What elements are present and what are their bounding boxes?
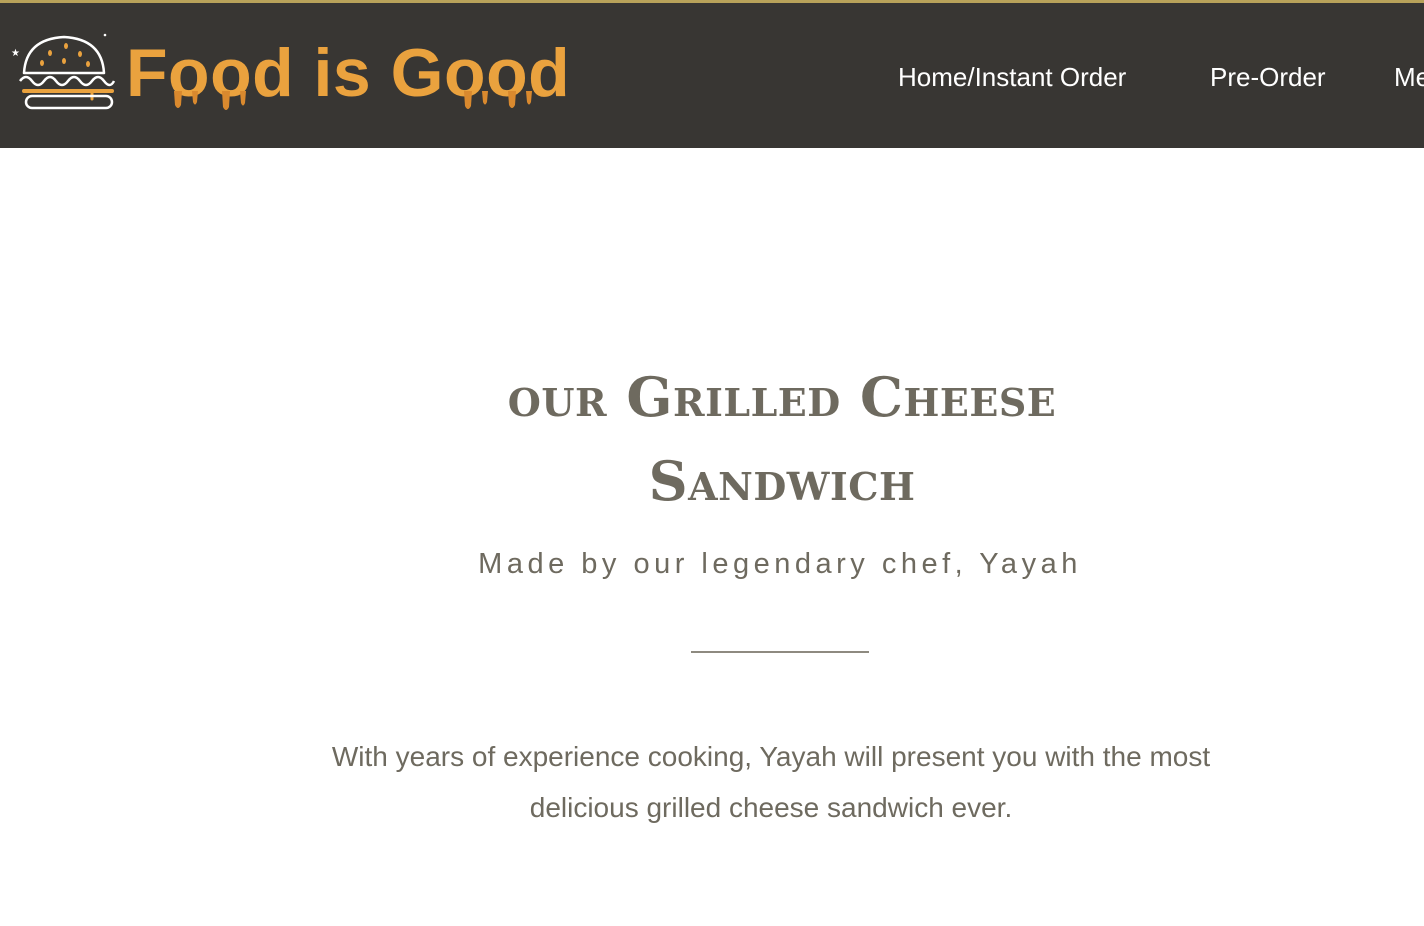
nav-menu[interactable]: Me xyxy=(1394,59,1424,95)
page-subtitle: Made by our legendary chef, Yayah xyxy=(478,548,1082,580)
main-nav: Home/Instant Order Pre-Order Me xyxy=(0,59,1424,99)
nav-pre-order[interactable]: Pre-Order xyxy=(1210,59,1326,95)
nav-home-instant-order[interactable]: Home/Instant Order xyxy=(898,59,1126,95)
section-divider xyxy=(691,651,869,653)
page-title: our Grilled Cheese Sandwich xyxy=(0,355,1424,523)
page-title-line-2: Sandwich xyxy=(648,449,916,513)
chef-description: With years of experience cooking, Yayah … xyxy=(331,741,1211,823)
page-title-line-1: our Grilled Cheese xyxy=(507,365,1057,429)
svg-text:★: ★ xyxy=(11,48,20,59)
site-header: ★ Food is Good Home/Instant Order Pre-Or… xyxy=(0,3,1424,148)
